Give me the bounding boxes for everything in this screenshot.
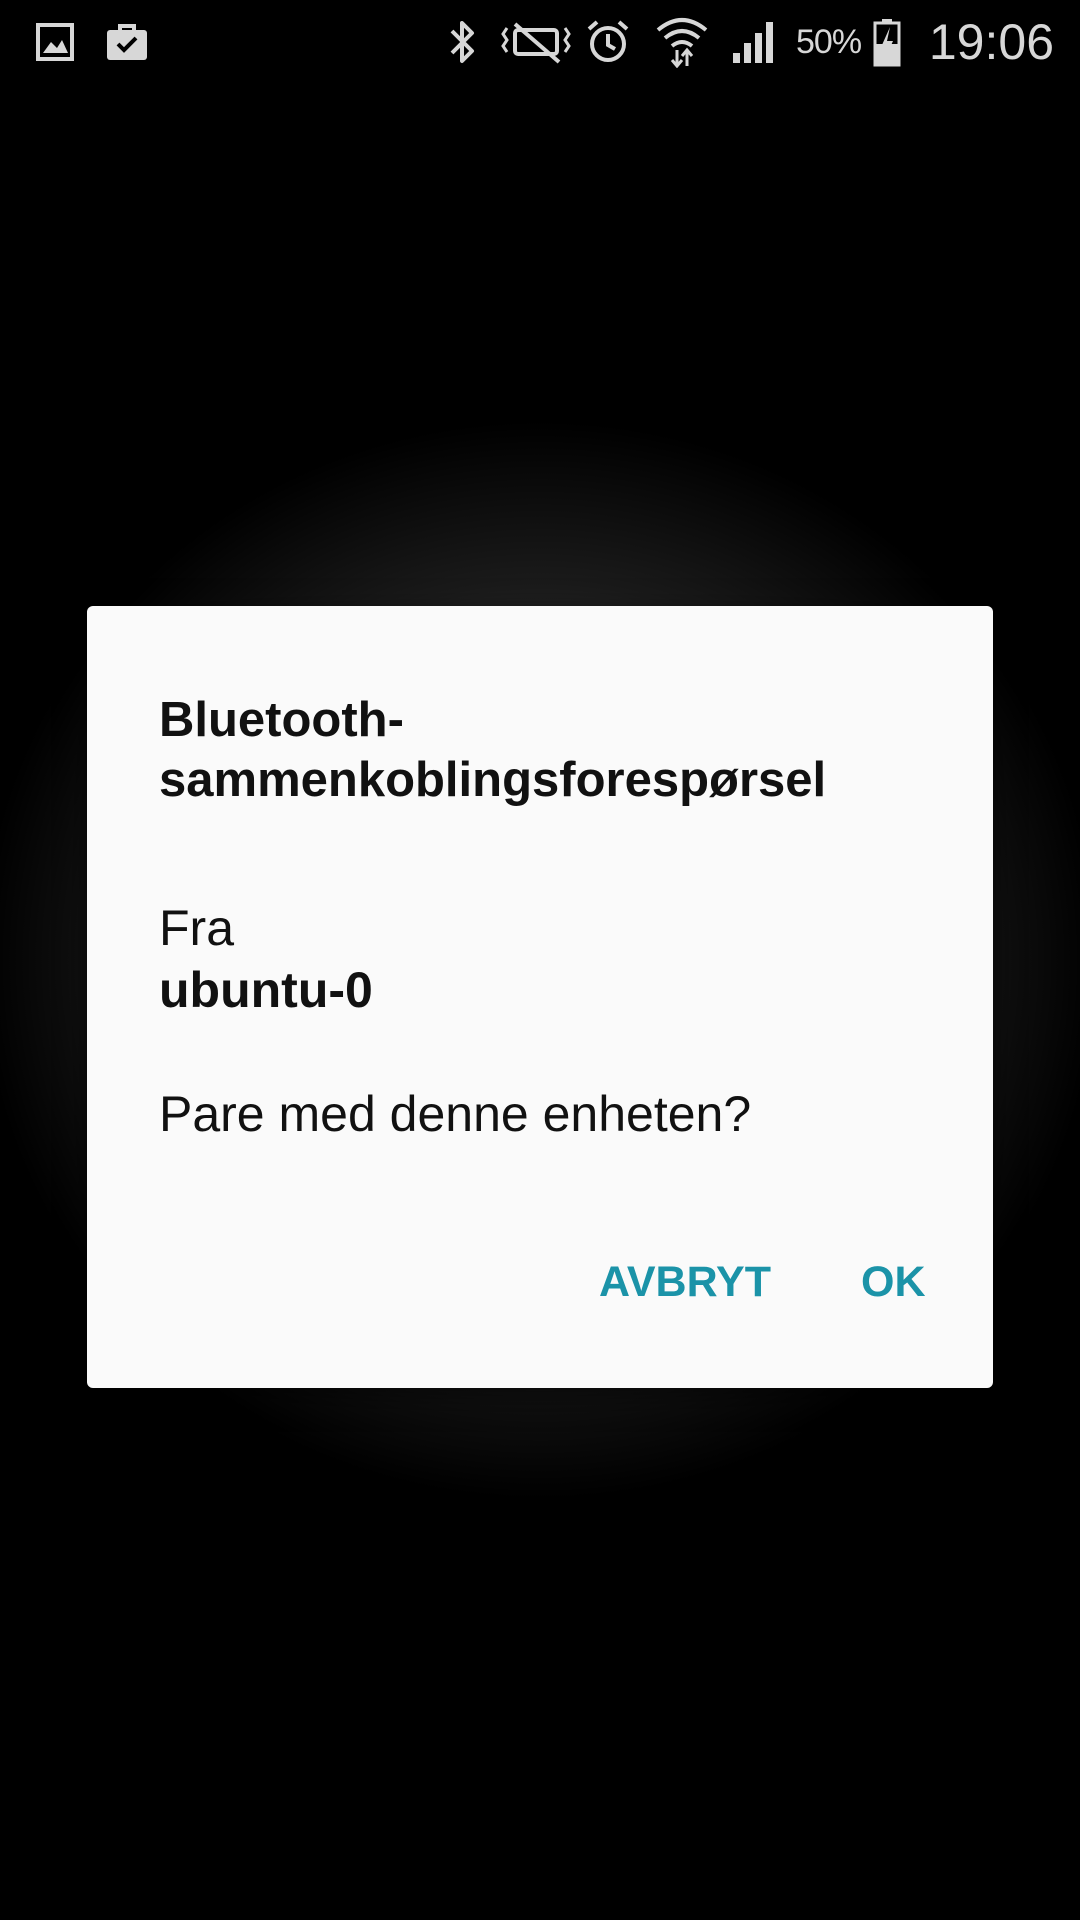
ok-button[interactable]: OK xyxy=(849,1242,938,1322)
battery-charging-icon xyxy=(872,0,902,84)
dialog-title: Bluetooth-sammenkoblingsforespørsel xyxy=(159,693,827,807)
bluetooth-pairing-dialog: Bluetooth-sammenkoblingsforespørsel Fra … xyxy=(87,606,993,1388)
device-name: ubuntu-0 xyxy=(159,962,373,1018)
bluetooth-icon xyxy=(444,0,482,84)
from-label: Fra xyxy=(159,900,234,956)
wifi-icon xyxy=(654,0,710,84)
vibrate-mute-icon xyxy=(500,0,572,84)
cancel-button[interactable]: AVBRYT xyxy=(587,1242,783,1322)
briefcase-check-icon xyxy=(104,0,150,84)
battery-percentage: 50% xyxy=(796,23,862,61)
signal-icon xyxy=(730,0,780,84)
status-bar: 50% 19:06 xyxy=(0,0,1080,84)
gallery-icon xyxy=(34,0,76,84)
clock: 19:06 xyxy=(928,14,1054,70)
pair-question: Pare med denne enheten? xyxy=(159,1086,752,1142)
alarm-icon xyxy=(584,0,632,84)
